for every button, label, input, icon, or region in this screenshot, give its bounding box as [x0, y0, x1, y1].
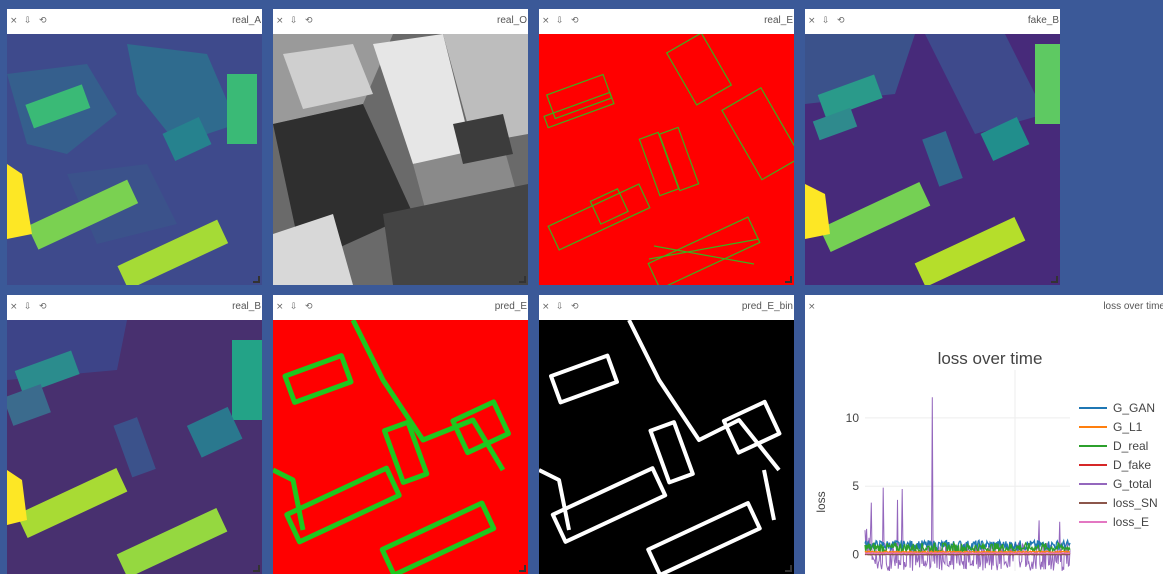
legend-label: loss_E: [1113, 515, 1149, 529]
pane-real-o: × ⇩ ⟲ real_O: [273, 9, 528, 285]
y-axis-ticks: 0 5 10: [846, 411, 860, 562]
download-icon[interactable]: ⇩: [556, 16, 564, 26]
reset-icon[interactable]: ⟲: [571, 16, 579, 26]
image-fake-b: [805, 34, 1060, 285]
legend-item-g-gan[interactable]: G_GAN: [1079, 401, 1155, 415]
legend-label: G_total: [1113, 477, 1152, 491]
image-real-b: [7, 320, 262, 574]
pane-real-a: × ⇩ ⟲ real_A: [7, 9, 262, 285]
loss-chart[interactable]: loss over time loss 0 5 10 G_GAN G_L1 D_real…: [805, 320, 1163, 574]
legend-label: G_GAN: [1113, 401, 1155, 415]
pane-header: × ⇩ ⟲ real_E: [539, 9, 794, 34]
legend-item-d-fake[interactable]: D_fake: [1079, 458, 1151, 472]
legend-label: G_L1: [1113, 420, 1143, 434]
pane-header: × ⇩ ⟲ real_A: [7, 9, 262, 34]
resize-handle[interactable]: [785, 565, 792, 572]
y-axis-label: loss: [814, 491, 828, 512]
loss-chart-svg[interactable]: loss over time loss 0 5 10 G_GAN G_L1 D_real…: [805, 320, 1163, 574]
resize-handle[interactable]: [519, 276, 526, 283]
resize-handle[interactable]: [785, 276, 792, 283]
series-line-loss-e: [864, 552, 1071, 555]
series-line-g-l1: [864, 549, 1070, 554]
close-icon[interactable]: ×: [808, 302, 816, 312]
pane-title: loss over time: [1103, 301, 1163, 312]
pane-title: real_E: [764, 15, 793, 26]
image-real-a: [7, 34, 262, 285]
resize-handle[interactable]: [519, 565, 526, 572]
pane-real-e: × ⇩ ⟲ real_E: [539, 9, 794, 285]
y-tick-label: 0: [852, 548, 859, 562]
download-icon[interactable]: ⇩: [290, 16, 298, 26]
reset-icon[interactable]: ⟲: [305, 16, 313, 26]
download-icon[interactable]: ⇩: [24, 16, 32, 26]
pane-header: × ⇩ ⟲ pred_E_bin: [539, 295, 794, 320]
legend-label: D_fake: [1113, 458, 1151, 472]
download-icon[interactable]: ⇩: [556, 302, 564, 312]
pane-title: real_O: [496, 15, 527, 26]
close-icon[interactable]: ×: [276, 302, 284, 312]
reset-icon[interactable]: ⟲: [305, 302, 313, 312]
reset-icon[interactable]: ⟲: [39, 302, 47, 312]
pane-title: pred_E_bin: [741, 301, 793, 312]
plot-area: [864, 397, 1071, 571]
reset-icon[interactable]: ⟲: [39, 16, 47, 26]
pane-loss-over-time: × loss over time loss over time loss 0 5 1…: [805, 295, 1163, 574]
image-real-o: [273, 34, 528, 285]
close-icon[interactable]: ×: [542, 16, 550, 26]
download-icon[interactable]: ⇩: [24, 302, 32, 312]
image-pred-e-bin: [539, 320, 794, 574]
legend-item-d-real[interactable]: D_real: [1079, 439, 1148, 453]
y-tick-label: 10: [846, 411, 860, 425]
download-icon[interactable]: ⇩: [822, 16, 830, 26]
close-icon[interactable]: ×: [10, 302, 18, 312]
pane-title: real_A: [232, 15, 261, 26]
resize-handle[interactable]: [253, 565, 260, 572]
pane-header: × ⇩ ⟲ real_B: [7, 295, 262, 320]
pane-title: pred_E: [494, 301, 527, 312]
resize-handle[interactable]: [1051, 276, 1058, 283]
pane-header: × ⇩ ⟲ fake_B: [805, 9, 1060, 34]
close-icon[interactable]: ×: [276, 16, 284, 26]
reset-icon[interactable]: ⟲: [837, 16, 845, 26]
resize-handle[interactable]: [253, 276, 260, 283]
legend-item-g-l1[interactable]: G_L1: [1079, 420, 1143, 434]
image-pred-e: [273, 320, 528, 574]
chart-title: loss over time: [938, 349, 1043, 368]
legend-label: D_real: [1113, 439, 1148, 453]
pane-header: × loss over time: [805, 295, 1163, 320]
reset-icon[interactable]: ⟲: [571, 302, 579, 312]
y-tick-label: 5: [852, 479, 859, 493]
legend-label: loss_SN: [1113, 496, 1158, 510]
pane-pred-e: × ⇩ ⟲ pred_E: [273, 295, 528, 574]
legend-item-loss-sn[interactable]: loss_SN: [1079, 496, 1158, 510]
pane-title: fake_B: [1027, 15, 1059, 26]
pane-header: × ⇩ ⟲ pred_E: [273, 295, 528, 320]
download-icon[interactable]: ⇩: [290, 302, 298, 312]
pane-real-b: × ⇩ ⟲ real_B: [7, 295, 262, 574]
close-icon[interactable]: ×: [10, 16, 18, 26]
close-icon[interactable]: ×: [808, 16, 816, 26]
legend-item-loss-e[interactable]: loss_E: [1079, 515, 1149, 529]
chart-legend[interactable]: G_GAN G_L1 D_real D_fake G_total loss_SN loss_…: [1079, 401, 1158, 529]
pane-title: real_B: [232, 301, 261, 312]
close-icon[interactable]: ×: [542, 302, 550, 312]
image-real-e: [539, 34, 794, 285]
pane-pred-e-bin: × ⇩ ⟲ pred_E_bin: [539, 295, 794, 574]
series-line-loss-sn: [864, 553, 1071, 556]
pane-header: × ⇩ ⟲ real_O: [273, 9, 528, 34]
legend-item-g-total[interactable]: G_total: [1079, 477, 1152, 491]
pane-fake-b: × ⇩ ⟲ fake_B: [805, 9, 1060, 285]
